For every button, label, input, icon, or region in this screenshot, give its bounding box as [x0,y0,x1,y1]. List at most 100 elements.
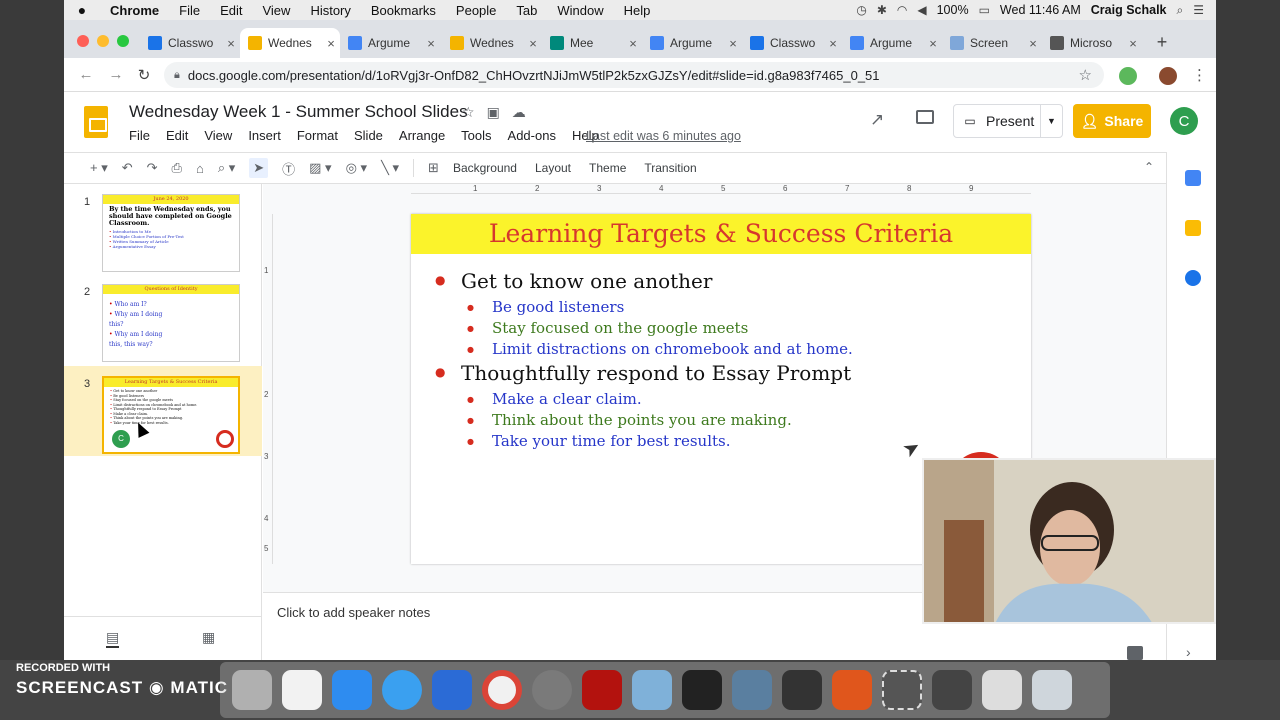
system-preferences-icon[interactable] [532,670,572,710]
powerpoint-icon[interactable] [832,670,872,710]
tab-close-icon[interactable]: × [924,36,942,51]
filmstrip-slide-1[interactable]: 1 June 24, 2020 By the time Wednesday en… [64,184,262,274]
browser-tab[interactable]: Argume × [842,28,942,58]
menu-history[interactable]: History [300,3,360,18]
word-icon[interactable] [432,670,472,710]
activity-dashboard-icon[interactable]: ↗ [870,110,884,130]
tab-close-icon[interactable]: × [222,36,240,51]
menu-window[interactable]: Window [547,3,613,18]
calendar-icon[interactable] [1185,170,1201,186]
image-icon[interactable]: ▨ ▾ [309,160,331,176]
explore-icon[interactable] [1127,646,1143,660]
time-machine-icon[interactable]: ◷ [856,3,866,17]
bullet-level-2[interactable]: Limit distractions on chromebook and at … [467,340,853,358]
app-menu-tools[interactable]: Tools [453,128,499,143]
menubar-clock[interactable]: Wed 11:46 AM [1000,3,1081,17]
chrome-menu-icon[interactable]: ⋮ [1192,66,1207,84]
bookmark-star-icon[interactable]: ☆ [1079,66,1092,84]
menu-view[interactable]: View [252,3,300,18]
line-icon[interactable]: ╲ ▾ [381,160,399,176]
bullet-level-2[interactable]: Stay focused on the google meets [467,319,748,337]
menu-edit[interactable]: Edit [210,3,252,18]
folder-icon[interactable] [932,670,972,710]
browser-tab[interactable]: Classwo × [742,28,842,58]
theme-button[interactable]: Theme [589,161,626,175]
filmstrip-view-icon[interactable]: ▤ [106,629,120,648]
shape-icon[interactable]: ◎ ▾ [346,160,367,176]
bullet-level-2[interactable]: Take your time for best results. [467,432,731,450]
bullet-level-2[interactable]: Think about the points you are making. [467,411,792,429]
apple-icon[interactable]: ● [64,2,100,18]
trash-icon[interactable] [1032,670,1072,710]
select-tool-icon[interactable]: ➤ [249,158,269,178]
menu-help[interactable]: Help [614,3,661,18]
preview-icon[interactable] [632,670,672,710]
expand-side-panel-icon[interactable]: › [1186,644,1191,660]
acrobat-icon[interactable] [582,670,622,710]
chrome-icon[interactable] [482,670,522,710]
zoom-icon[interactable]: ⌕ ▾ [218,160,235,176]
bullet-level-1[interactable]: Thoughtfully respond to Essay Prompt [435,361,851,385]
safari-icon[interactable] [382,670,422,710]
star-icon[interactable]: ☆ [462,104,475,121]
redo-icon[interactable]: ↷ [147,160,158,176]
slides-logo-icon[interactable] [84,106,108,138]
app-menu-arrange[interactable]: Arrange [391,128,453,143]
lock-icon[interactable]: 🔒︎ [174,69,180,82]
notification-center-icon[interactable]: ☰ [1193,3,1204,17]
menu-tab[interactable]: Tab [506,3,547,18]
filmstrip-slide-3[interactable]: 3 Learning Targets & Success Criteria Ge… [64,366,262,456]
bluetooth-icon[interactable]: ✱ [877,3,887,17]
minimize-window-button[interactable] [97,35,109,47]
browser-tab[interactable]: Microso × [1042,28,1142,58]
browser-tab[interactable]: Mee × [542,28,642,58]
battery-percent[interactable]: 100% [937,3,969,17]
back-button[interactable]: ← [76,66,96,83]
music-icon[interactable] [282,670,322,710]
slide-thumbnail[interactable]: Questions of Identity Who am I? Why am I… [102,284,240,362]
wifi-icon[interactable]: ◠ [897,3,907,17]
text-box-icon[interactable]: Ⓣ [282,159,295,178]
new-slide-icon[interactable]: + ▾ [90,160,108,176]
browser-tab[interactable]: Classwo × [140,28,240,58]
zoom-window-button[interactable] [117,35,129,47]
reload-button[interactable]: ↻ [134,66,154,84]
cloud-saved-icon[interactable]: ☁ [512,104,526,121]
slide-thumbnail[interactable]: Learning Targets & Success Criteria Get … [102,376,240,454]
last-edit-link[interactable]: Last edit was 6 minutes ago [586,129,741,143]
comments-icon[interactable] [916,110,934,124]
new-tab-button[interactable]: + [1152,32,1172,53]
browser-tab[interactable]: Wednes × [442,28,542,58]
close-window-button[interactable] [77,35,89,47]
slide-title[interactable]: Learning Targets & Success Criteria [411,214,1031,254]
app-menu-view[interactable]: View [196,128,240,143]
app-menu-addons[interactable]: Add-ons [500,128,564,143]
piano-icon[interactable] [782,670,822,710]
tab-close-icon[interactable]: × [824,36,842,51]
profile-avatar[interactable] [1159,67,1177,85]
tab-close-icon[interactable]: × [1024,36,1042,51]
app-menu-edit[interactable]: Edit [158,128,196,143]
messages-icon[interactable] [332,670,372,710]
menu-bookmarks[interactable]: Bookmarks [361,3,446,18]
browser-tab[interactable]: Screen × [942,28,1042,58]
app-menu-file[interactable]: File [129,128,158,143]
document-title[interactable]: Wednesday Week 1 - Summer School Slides [129,102,468,122]
background-button[interactable]: Background [453,161,517,175]
tab-close-icon[interactable]: × [524,36,542,51]
app-menu-insert[interactable]: Insert [240,128,289,143]
slide-thumbnail[interactable]: June 24, 2020 By the time Wednesday ends… [102,194,240,272]
document-stack-icon[interactable] [982,670,1022,710]
spotlight-search-icon[interactable]: ⌕ [1177,3,1184,18]
menu-people[interactable]: People [446,3,506,18]
bullet-level-2[interactable]: Be good listeners [467,298,624,316]
menubar-user[interactable]: Craig Schalk [1091,3,1167,17]
battery-icon[interactable]: ▭ [979,3,990,17]
vertical-ruler[interactable]: 1 2 3 4 5 [263,214,273,564]
app-menu-slide[interactable]: Slide [346,128,391,143]
undo-icon[interactable]: ↶ [122,160,133,176]
menu-file[interactable]: File [169,3,210,18]
tab-close-icon[interactable]: × [624,36,642,51]
transition-button[interactable]: Transition [644,161,696,175]
tasks-icon[interactable] [1185,270,1201,286]
